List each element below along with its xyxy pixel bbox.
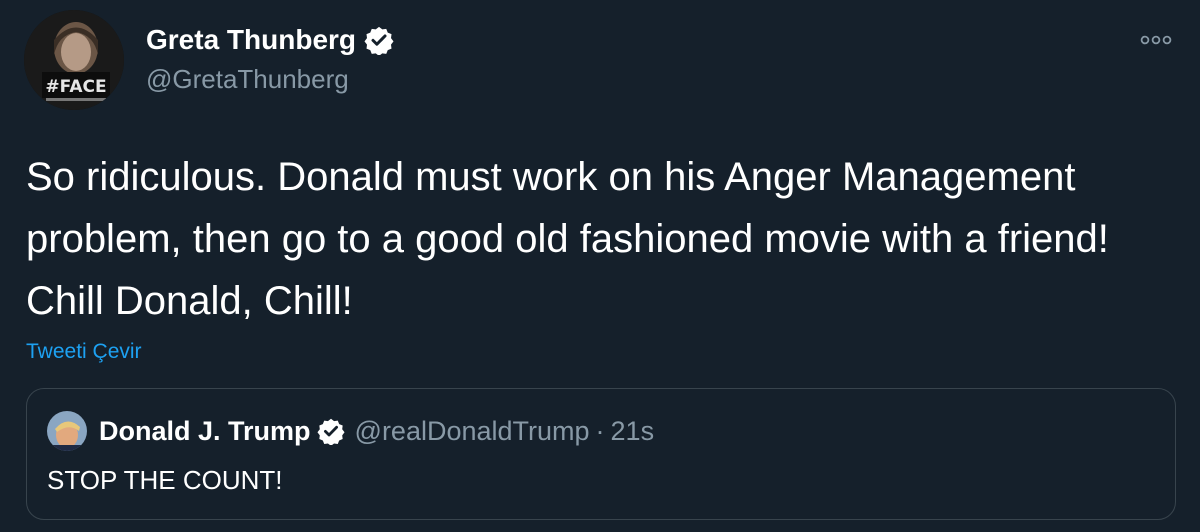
verified-badge-icon bbox=[316, 417, 345, 446]
quoted-author-name[interactable]: Donald J. Trump bbox=[99, 416, 311, 447]
tweet-view: #FACE Greta Thunberg @GretaThunberg So r… bbox=[0, 0, 1200, 532]
tweet-text: So ridiculous. Donald must work on his A… bbox=[26, 155, 1109, 323]
author-name-row[interactable]: Greta Thunberg bbox=[146, 22, 394, 58]
more-options-icon bbox=[1140, 35, 1172, 45]
verified-badge-icon bbox=[364, 25, 394, 56]
author-handle[interactable]: @GretaThunberg bbox=[146, 64, 349, 95]
author-name[interactable]: Greta Thunberg bbox=[146, 24, 356, 56]
meta-separator: · bbox=[595, 415, 605, 446]
quoted-tweet-timestamp[interactable]: 21s bbox=[611, 416, 655, 447]
quoted-tweet-text: STOP THE COUNT! bbox=[47, 465, 283, 495]
translate-tweet-link[interactable]: Tweeti Çevir bbox=[26, 340, 142, 364]
quoted-author-handle[interactable]: @realDonaldTrump bbox=[355, 416, 590, 447]
quoted-author-avatar[interactable] bbox=[47, 411, 87, 451]
avatar-image: #FACE bbox=[24, 10, 124, 110]
quoted-tweet-header: Donald J. Trump @realDonaldTrump · 21s bbox=[47, 411, 654, 451]
quoted-avatar-image bbox=[47, 411, 87, 451]
quoted-tweet-card[interactable]: Donald J. Trump @realDonaldTrump · 21s S… bbox=[26, 388, 1176, 520]
author-avatar[interactable]: #FACE bbox=[24, 10, 124, 110]
more-options-button[interactable] bbox=[1138, 30, 1174, 50]
avatar-badge-text: #FACE bbox=[45, 77, 106, 97]
